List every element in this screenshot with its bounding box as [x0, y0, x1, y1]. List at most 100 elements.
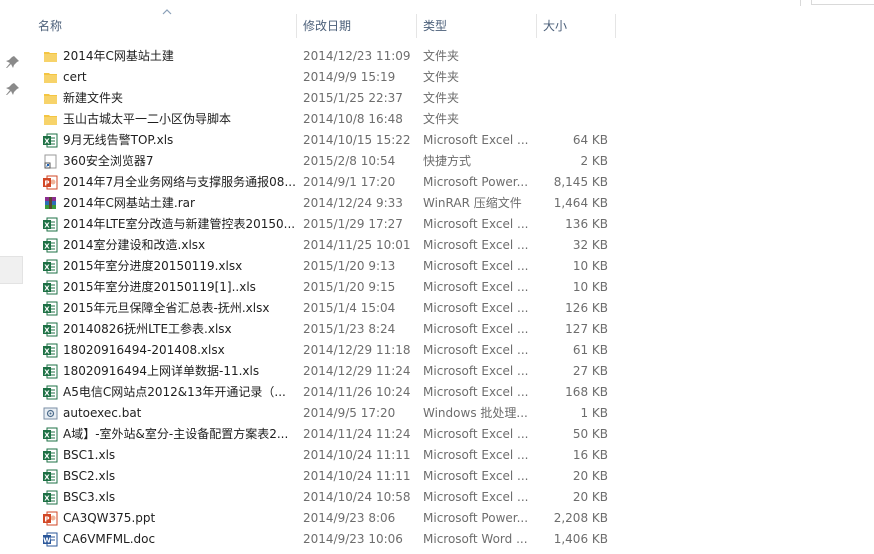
file-name: BSC3.xls — [63, 490, 116, 504]
file-name: 2014年C网基站土建 — [63, 49, 174, 63]
file-type: Microsoft Excel ... — [423, 364, 529, 378]
file-row[interactable]: P CA3QW375.ppt 2014/9/23 8:06 Microsoft Pow… — [40, 508, 620, 529]
sort-ascending-icon — [162, 9, 172, 15]
column-divider[interactable] — [615, 14, 616, 38]
file-row[interactable]: X BSC1.xls 2014/10/24 11:11 Microsoft Excel… — [40, 445, 620, 466]
file-type: Microsoft Word ... — [423, 532, 528, 546]
file-size: 20 KB — [572, 490, 608, 504]
file-name: BSC2.xls — [63, 469, 116, 483]
file-type: Microsoft Power... — [423, 175, 529, 189]
file-type: Microsoft Excel ... — [423, 133, 529, 147]
file-row[interactable]: 2014年C网基站土建 2014/12/23 11:09 文件夹 — [40, 46, 620, 67]
file-name: 360安全浏览器7 — [63, 154, 154, 168]
column-header-size-label: 大小 — [543, 19, 568, 33]
file-date: 2014/12/29 11:24 — [303, 364, 411, 378]
file-size: 1 KB — [580, 406, 608, 420]
file-row[interactable]: 2014年C网基站土建.rar 2014/12/24 9:33 WinRAR 压缩文… — [40, 193, 620, 214]
batch-icon — [43, 406, 58, 421]
svg-text:P: P — [44, 516, 49, 524]
file-row[interactable]: X 18020916494-201408.xlsx 2014/12/29 11:18… — [40, 340, 620, 361]
file-date: 2014/11/24 11:24 — [303, 427, 411, 441]
file-name: CA6VMFML.doc — [63, 532, 156, 546]
file-date: 2014/12/24 9:33 — [303, 196, 403, 210]
file-date: 2015/1/25 22:37 — [303, 91, 403, 105]
file-row[interactable]: autoexec.bat 2014/9/5 17:20 Windows 批处理...… — [40, 403, 620, 424]
pin-icon[interactable] — [6, 55, 20, 69]
file-size: 2 KB — [580, 154, 608, 168]
file-row[interactable]: 360安全浏览器7 2015/2/8 10:54 快捷方式 2 KB — [40, 151, 620, 172]
excel-icon: X — [43, 280, 58, 295]
file-size: 10 KB — [572, 259, 608, 273]
file-row[interactable]: X 18020916494上网详单数据-11.xls 2014/12/29 11:2… — [40, 361, 620, 382]
file-row[interactable]: P 2014年7月全业务网络与支撑服务通报08... 2014/9/1 17:20 M… — [40, 172, 620, 193]
file-row[interactable]: X BSC3.xls 2014/10/24 10:58 Microsoft Excel… — [40, 487, 620, 508]
file-row[interactable]: X 9月无线告警TOP.xls 2014/10/15 15:22 Microsoft … — [40, 130, 620, 151]
column-header-size[interactable]: 大小 — [537, 12, 615, 40]
file-size: 16 KB — [572, 448, 608, 462]
navigation-pane-scroll-marker[interactable] — [0, 256, 23, 284]
file-date: 2014/9/5 17:20 — [303, 406, 396, 420]
file-date: 2014/12/23 11:09 — [303, 49, 411, 63]
file-name: BSC1.xls — [63, 448, 116, 462]
file-row[interactable]: X 2015年室分进度20150119.xlsx 2015/1/20 9:13 Mic… — [40, 256, 620, 277]
pin-icon[interactable] — [6, 82, 20, 96]
svg-text:P: P — [44, 180, 49, 188]
file-row[interactable]: 新建文件夹 2015/1/25 22:37 文件夹 — [40, 88, 620, 109]
file-list: 2014年C网基站土建 2014/12/23 11:09 文件夹 cert 2014/9… — [40, 46, 620, 550]
file-date: 2014/9/23 8:06 — [303, 511, 396, 525]
file-size: 32 KB — [572, 238, 608, 252]
file-name: A域】-室外站&室分-主设备配置方案表2... — [63, 427, 289, 441]
file-type: Microsoft Excel ... — [423, 469, 529, 483]
rar-icon — [43, 196, 58, 211]
file-name: 2015年室分进度20150119[1]..xls — [63, 280, 256, 294]
file-row[interactable]: X 2014室分建设和改造.xlsx 2014/11/25 10:01 Microso… — [40, 235, 620, 256]
file-row[interactable]: X 2015年元旦保障全省汇总表-抚州.xlsx 2015/1/4 15:04 Mic… — [40, 298, 620, 319]
file-row[interactable]: X 2014年LTE室分改造与新建管控表20150... 2015/1/29 17:… — [40, 214, 620, 235]
file-date: 2015/1/20 9:13 — [303, 259, 396, 273]
file-size: 50 KB — [572, 427, 608, 441]
file-row[interactable]: cert 2014/9/9 15:19 文件夹 — [40, 67, 620, 88]
file-row[interactable]: X A5电信C网站点2012&13年开通记录（... 2014/11/26 10:2… — [40, 382, 620, 403]
file-name: 2014年7月全业务网络与支撑服务通报08... — [63, 175, 296, 189]
file-row[interactable]: W CA6VMFML.doc 2014/9/23 10:06 Microsoft Wo… — [40, 529, 620, 550]
excel-icon: X — [43, 301, 58, 316]
file-size: 10 KB — [572, 280, 608, 294]
file-name: autoexec.bat — [63, 406, 142, 420]
excel-icon: X — [43, 364, 58, 379]
file-row[interactable]: X BSC2.xls 2014/10/24 11:11 Microsoft Excel… — [40, 466, 620, 487]
file-date: 2015/1/23 8:24 — [303, 322, 396, 336]
column-header-type-label: 类型 — [423, 19, 448, 33]
file-type: Microsoft Excel ... — [423, 322, 529, 336]
file-name: 9月无线告警TOP.xls — [63, 133, 174, 147]
file-size: 1,406 KB — [553, 532, 608, 546]
powerpoint-icon: P — [43, 511, 58, 526]
file-name: 20140826抚州LTE工参表.xlsx — [63, 322, 232, 336]
file-date: 2014/12/29 11:18 — [303, 343, 411, 357]
svg-text:X: X — [44, 285, 50, 293]
file-date: 2015/1/4 15:04 — [303, 301, 396, 315]
divider — [800, 0, 801, 6]
file-date: 2015/1/29 17:27 — [303, 217, 403, 231]
file-type: 文件夹 — [423, 49, 460, 63]
file-name: 2014年LTE室分改造与新建管控表20150... — [63, 217, 296, 231]
file-row[interactable]: X 2015年室分进度20150119[1]..xls 2015/1/20 9:15… — [40, 277, 620, 298]
file-row[interactable]: X A域】-室外站&室分-主设备配置方案表2... 2014/11/24 11:24… — [40, 424, 620, 445]
file-date: 2014/10/24 11:11 — [303, 469, 411, 483]
search-box-edge[interactable] — [811, 0, 874, 5]
file-type: Microsoft Excel ... — [423, 385, 529, 399]
file-name: cert — [63, 70, 87, 84]
file-size: 127 KB — [565, 322, 608, 336]
file-date: 2014/9/23 10:06 — [303, 532, 403, 546]
file-type: Microsoft Excel ... — [423, 490, 529, 504]
file-size: 64 KB — [572, 133, 608, 147]
file-type: Microsoft Excel ... — [423, 259, 529, 273]
folder-icon — [43, 49, 58, 64]
file-date: 2014/11/26 10:24 — [303, 385, 411, 399]
file-row[interactable]: X 20140826抚州LTE工参表.xlsx 2015/1/23 8:24 Micr… — [40, 319, 620, 340]
column-header-name[interactable]: 名称 — [32, 12, 296, 40]
file-date: 2015/1/20 9:15 — [303, 280, 396, 294]
file-row[interactable]: 玉山古城太平一二小区伪导脚本 2014/10/8 16:48 文件夹 — [40, 109, 620, 130]
column-header-type[interactable]: 类型 — [417, 12, 537, 40]
column-header-date[interactable]: 修改日期 — [297, 12, 417, 40]
svg-text:X: X — [44, 327, 50, 335]
